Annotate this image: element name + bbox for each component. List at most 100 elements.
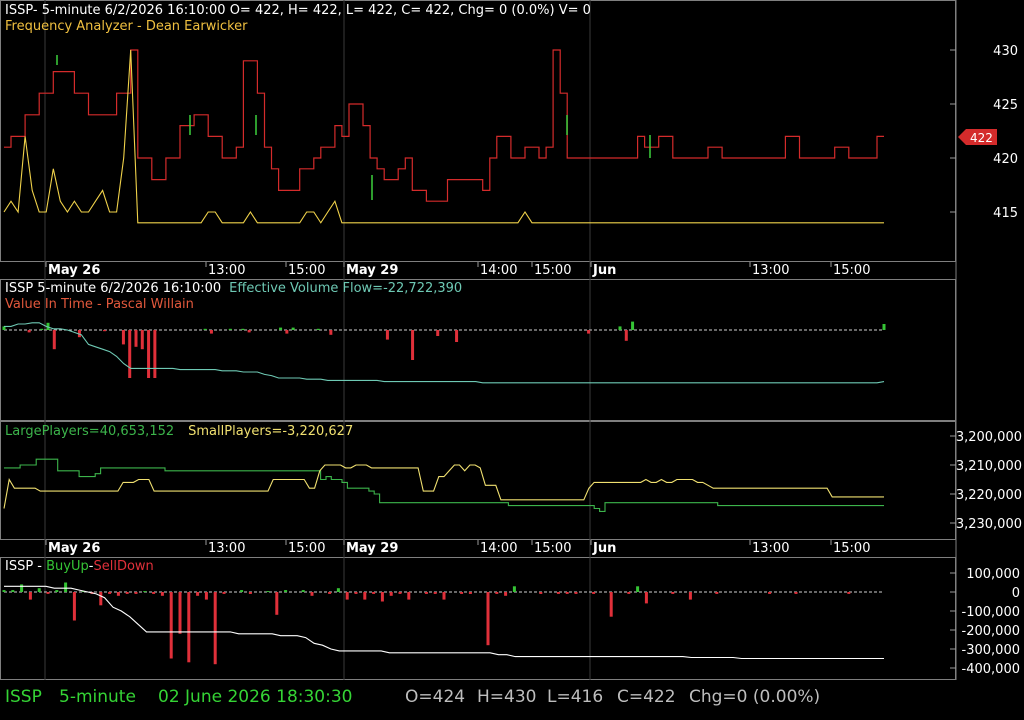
value-in-time-bar bbox=[455, 330, 459, 342]
buyup-selldown-bar bbox=[468, 592, 472, 594]
buyup-tick-label: 100,000 bbox=[966, 567, 1020, 582]
x-tick-label: 13:00 bbox=[752, 263, 789, 278]
panel-4-frame bbox=[0, 557, 956, 680]
value-in-time-bar bbox=[291, 327, 295, 330]
x-tick-label: May 29 bbox=[346, 263, 398, 278]
value-in-time-panel bbox=[2, 321, 886, 384]
footer-close: C=422 bbox=[617, 687, 676, 707]
frequency-analyzer-label: Frequency Analyzer - Dean Earwicker bbox=[5, 19, 248, 34]
buyup-selldown-bar bbox=[328, 592, 332, 594]
buyup-selldown-bar bbox=[275, 592, 279, 615]
value-in-time-bar bbox=[103, 330, 107, 332]
x-tick-label: 15:00 bbox=[534, 263, 571, 278]
buyup-selldown-bar bbox=[495, 592, 499, 594]
panel-frames bbox=[0, 0, 957, 680]
value-in-time-bar bbox=[121, 330, 125, 345]
buyup-tick-label: -200,000 bbox=[962, 624, 1020, 639]
selldown-label: SellDown bbox=[93, 559, 153, 574]
buyup-selldown-bar bbox=[372, 592, 376, 594]
buyup-selldown-bar bbox=[512, 586, 516, 592]
buyup-selldown-bar bbox=[284, 590, 288, 592]
buyup-selldown-bar bbox=[266, 591, 270, 593]
value-in-time-bar bbox=[40, 328, 44, 330]
buyup-selldown-bar bbox=[222, 592, 226, 594]
price-panel: 430 425 420 415 bbox=[3, 44, 1018, 224]
x-tick-label: 13:00 bbox=[752, 541, 789, 556]
buyup-selldown-bar bbox=[2, 590, 6, 592]
price-tick-label: 425 bbox=[993, 98, 1018, 113]
buyup-selldown-bar bbox=[169, 592, 173, 659]
buyup-selldown-bar bbox=[336, 588, 340, 592]
small-players-line bbox=[3, 464, 884, 509]
value-in-time-bar bbox=[241, 328, 245, 330]
value-in-time-bar bbox=[147, 330, 151, 378]
panel-1-header: ISSP- 5-minute 6/2/2026 16:10:00 O= 422,… bbox=[5, 3, 591, 18]
buyup-selldown-bar bbox=[152, 592, 156, 594]
panel-4-header: ISSP - BuyUp-SellDown bbox=[5, 559, 154, 574]
panel-3-header: LargePlayers=40,653,152 SmallPlayers=-3,2… bbox=[5, 424, 353, 439]
buyup-selldown-bar bbox=[55, 590, 59, 592]
buyup-selldown-bar bbox=[592, 592, 596, 594]
frequency-analyzer-line bbox=[3, 49, 884, 224]
buyup-selldown-bar bbox=[380, 592, 384, 602]
price-tick-label: 430 bbox=[993, 44, 1018, 59]
value-in-time-bar bbox=[209, 330, 213, 334]
value-in-time-bar bbox=[316, 328, 320, 330]
value-in-time-bar bbox=[247, 330, 251, 333]
panel-4-prefix: ISSP - bbox=[5, 559, 46, 574]
buyup-selldown-bar bbox=[486, 592, 490, 646]
buyup-selldown-bar bbox=[116, 592, 120, 596]
large-players-line bbox=[4, 458, 884, 512]
x-tick-label: May 26 bbox=[48, 541, 100, 556]
buyup-selldown-bar bbox=[20, 584, 24, 592]
buyup-selldown-bar bbox=[37, 588, 41, 592]
buyup-tick-label: -300,000 bbox=[962, 643, 1020, 658]
x-tick-label: Jun bbox=[592, 263, 616, 278]
buyup-selldown-bar bbox=[187, 592, 191, 663]
buyup-selldown-bar bbox=[539, 592, 543, 594]
large-players-label: LargePlayers=40,653,152 bbox=[5, 424, 174, 439]
buyup-selldown-bar bbox=[847, 592, 851, 594]
buyup-selldown-bar bbox=[407, 592, 411, 600]
buyup-selldown-bar bbox=[363, 592, 367, 600]
price-tick-label: 415 bbox=[993, 206, 1018, 221]
panel-2-header: ISSP 5-minute 6/2/2026 16:10:00 Effective… bbox=[5, 281, 462, 296]
players-tick-label: 3,230,000 bbox=[956, 517, 1022, 532]
footer-open: O=424 bbox=[405, 687, 466, 707]
x-tick-label: Jun bbox=[592, 541, 616, 556]
value-in-time-bar bbox=[587, 330, 591, 334]
value-in-time-bar bbox=[285, 330, 289, 334]
price-tag-value: 422 bbox=[970, 131, 993, 145]
value-in-time-bar bbox=[52, 330, 56, 350]
players-panel: 3,200,000 3,210,000 3,220,000 3,230,000 bbox=[3, 430, 1022, 532]
value-in-time-bar bbox=[624, 330, 628, 341]
price-tick-label: 420 bbox=[993, 152, 1018, 167]
buyup-selldown-bar bbox=[398, 592, 402, 594]
x-tick-label: 13:00 bbox=[208, 541, 245, 556]
buyup-selldown-bar bbox=[178, 592, 182, 634]
buyup-selldown-bar bbox=[125, 592, 129, 594]
x-tick-label: 15:00 bbox=[534, 541, 571, 556]
effective-volume-flow-label: Effective Volume Flow=-22,722,390 bbox=[229, 281, 462, 296]
buyup-selldown-bar bbox=[99, 592, 103, 606]
current-price-tag: 422 bbox=[958, 129, 997, 145]
buyup-selldown-bar bbox=[160, 592, 164, 596]
buyup-selldown-bar bbox=[574, 592, 578, 594]
small-players-label: SmallPlayers=-3,220,627 bbox=[188, 424, 353, 439]
x-tick-label: 13:00 bbox=[208, 263, 245, 278]
x-tick-label: May 26 bbox=[48, 263, 100, 278]
buyup-selldown-bar bbox=[72, 592, 76, 621]
buyup-selldown-bar bbox=[644, 592, 648, 604]
buyup-selldown-bar bbox=[671, 592, 675, 594]
value-in-time-bar bbox=[618, 326, 622, 330]
buyup-label: BuyUp bbox=[46, 559, 89, 574]
value-in-time-bar bbox=[134, 330, 138, 347]
x-tick-label: 15:00 bbox=[833, 263, 870, 278]
players-tick-label: 3,200,000 bbox=[956, 430, 1022, 445]
players-tick-label: 3,220,000 bbox=[956, 488, 1022, 503]
x-tick-label: May 29 bbox=[346, 541, 398, 556]
buyup-selldown-bar bbox=[433, 592, 437, 594]
x-tick-label: 15:00 bbox=[288, 263, 325, 278]
value-in-time-bar bbox=[411, 330, 415, 360]
value-in-time-bar bbox=[882, 324, 886, 330]
